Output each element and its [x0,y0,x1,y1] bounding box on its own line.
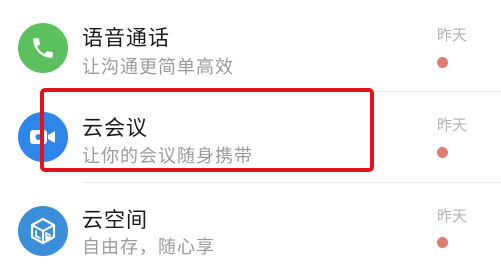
list-item-cloud-space[interactable]: 云空间 自由存，随心享 昨天 [0,185,501,264]
item-title: 云空间 [82,208,148,232]
list-item-cloud-meeting[interactable]: 云会议 让你的会议随身携带 昨天 [0,94,501,182]
message-list: 语音通话 让沟通更简单高效 昨天 云会议 让你的会议随身携带 昨天 云空间 自由… [0,0,501,264]
cloud-space-icon [30,217,56,245]
item-timestamp: 昨天 [436,116,467,134]
item-subtitle: 自由存，随心享 [82,237,215,258]
item-title: 云会议 [82,116,148,140]
divider [82,91,501,92]
phone-icon [33,38,53,58]
list-item-voice-call[interactable]: 语音通话 让沟通更简单高效 昨天 [0,0,501,88]
item-timestamp: 昨天 [436,207,467,225]
item-title: 语音通话 [82,26,170,50]
cloud-space-avatar [18,206,68,256]
item-subtitle: 让沟通更简单高效 [82,57,234,78]
unread-dot [437,147,448,158]
cloud-meeting-avatar [18,112,68,162]
voice-call-avatar [18,23,68,73]
unread-dot [437,57,448,68]
divider [82,182,501,183]
video-camera-icon [30,130,55,144]
unread-dot [437,237,448,248]
item-subtitle: 让你的会议随身携带 [82,146,253,167]
item-timestamp: 昨天 [436,26,467,44]
